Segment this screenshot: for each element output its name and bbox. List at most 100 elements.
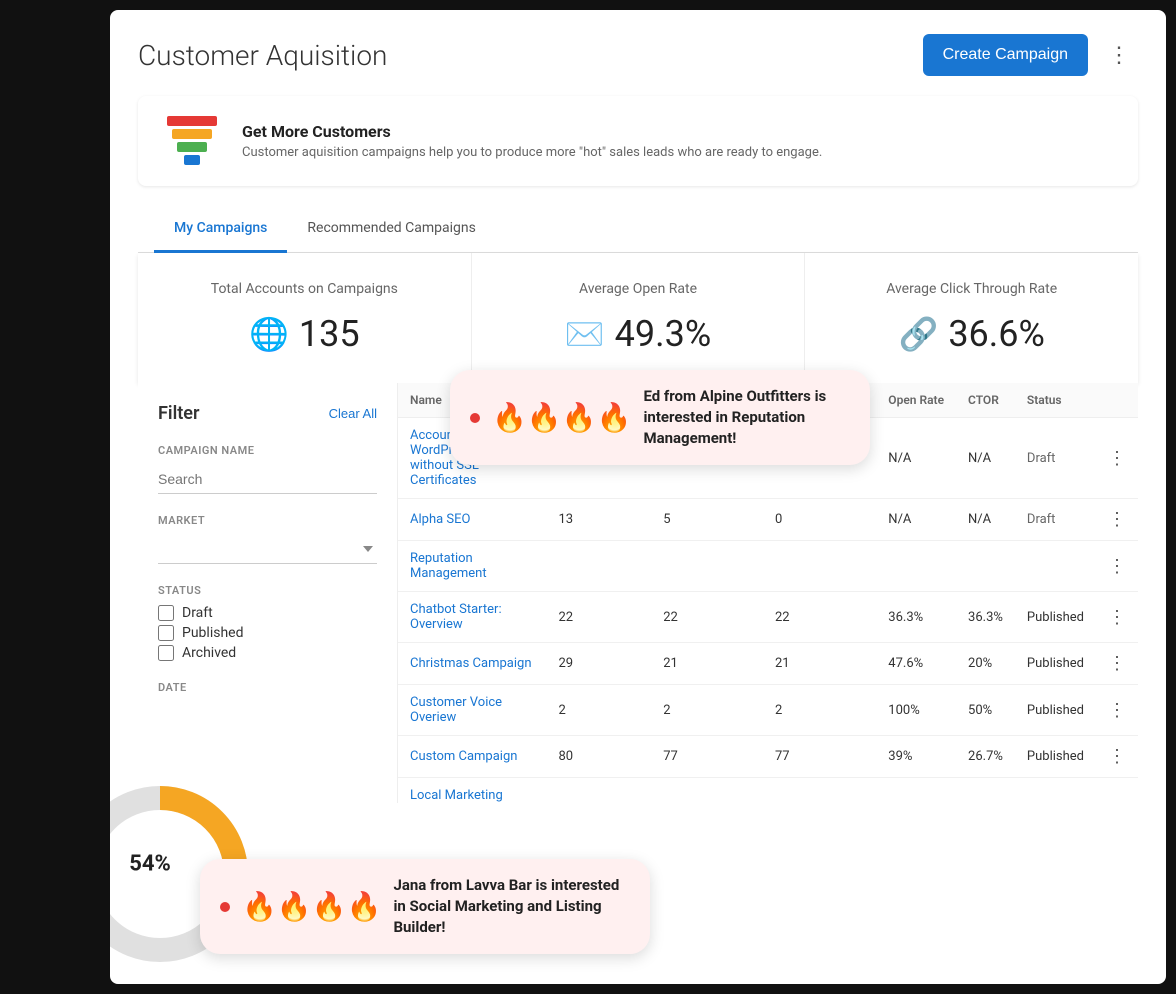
fire-icon-2: 🔥🔥🔥🔥 [242, 890, 381, 923]
cell-name: Christmas Campaign [398, 643, 546, 685]
notification-lavva: 🔥🔥🔥🔥 Jana from Lavva Bar is interested i… [200, 859, 650, 954]
table-row: Customer Voice Overiew 2 2 2 100% 50% Pu… [398, 685, 1138, 736]
status-checkbox-draft[interactable] [158, 605, 174, 621]
cell-status: Published [1015, 736, 1096, 778]
cell-total: 29 [546, 643, 651, 685]
cell-open-rate: 47.6% [876, 643, 956, 685]
info-banner: Get More Customers Customer aquisition c… [138, 96, 1138, 186]
cell-row-actions[interactable]: ⋮ [1096, 592, 1138, 643]
table-row: Chatbot Starter: Overview 22 22 22 36.3%… [398, 592, 1138, 643]
cell-total: 13 [546, 499, 651, 541]
cell-name: Reputation Management [398, 541, 546, 592]
status-option-draft[interactable]: Draft [158, 605, 377, 621]
cell-delivered [763, 541, 876, 592]
cell-active: 21 [651, 643, 763, 685]
cell-delivered: 21 [763, 643, 876, 685]
notification-1-text: Ed from Alpine Outfitters is interested … [643, 386, 850, 449]
cell-status: Draft [1015, 499, 1096, 541]
cell-row-actions[interactable]: ⋮ [1096, 499, 1138, 541]
page-title: Customer Aquisition [138, 39, 387, 72]
cell-active [651, 541, 763, 592]
date-filter: DATE [158, 681, 377, 694]
campaign-link[interactable]: Local Marketing Snapshot w/ Listing Dist… [410, 788, 525, 803]
campaign-link[interactable]: Christmas Campaign [410, 656, 532, 671]
cell-ctor: 20% [956, 643, 1015, 685]
more-options-button[interactable]: ⋮ [1100, 38, 1138, 72]
stats-row: Total Accounts on Campaigns 🌐 135 Averag… [138, 253, 1138, 383]
cell-status [1015, 541, 1096, 592]
donut-percentage: 54% [129, 852, 171, 877]
header-actions: Create Campaign ⋮ [923, 34, 1138, 76]
campaign-link[interactable]: Reputation Management [410, 551, 487, 581]
create-campaign-button[interactable]: Create Campaign [923, 34, 1088, 76]
filter-title: Filter [158, 403, 199, 424]
stat-value-click: 🔗 36.6% [829, 313, 1114, 355]
campaign-name-label: CAMPAIGN NAME [158, 444, 377, 457]
fire-icon-1: 🔥🔥🔥🔥 [492, 401, 631, 434]
status-option-archived[interactable]: Archived [158, 645, 377, 661]
cell-total: 22 [546, 592, 651, 643]
cell-status: Published [1015, 643, 1096, 685]
table-row: Alpha SEO 13 5 0 N/A N/A Draft ⋮ [398, 499, 1138, 541]
market-filter: MARKET [158, 514, 377, 564]
cell-total: 80 [546, 736, 651, 778]
campaign-link[interactable]: Chatbot Starter: Overview [410, 602, 502, 632]
clear-all-button[interactable]: Clear All [329, 406, 377, 421]
email-icon: ✉️ [565, 315, 605, 353]
table-row: Custom Campaign 80 77 77 39% 26.7% Publi… [398, 736, 1138, 778]
cell-row-actions[interactable]: ⋮ [1096, 685, 1138, 736]
market-label: MARKET [158, 514, 377, 527]
cell-open-rate: 100% [876, 685, 956, 736]
cell-ctor: 26.7% [956, 736, 1015, 778]
cell-open-rate: N/A [876, 499, 956, 541]
cell-total [546, 541, 651, 592]
cell-row-actions[interactable]: ⋮ [1096, 541, 1138, 592]
notif-dot-1 [470, 413, 480, 423]
col-ctor: CTOR [956, 383, 1015, 418]
stat-total-accounts: Total Accounts on Campaigns 🌐 135 [138, 253, 472, 383]
tabs-row: My Campaigns Recommended Campaigns [138, 206, 1138, 253]
tab-recommended-campaigns[interactable]: Recommended Campaigns [287, 206, 495, 253]
funnel-icon [162, 116, 222, 166]
cell-row-actions[interactable]: ⋮ [1096, 778, 1138, 804]
cell-row-actions[interactable]: ⋮ [1096, 643, 1138, 685]
campaign-name-input[interactable] [158, 465, 377, 494]
cell-name: Local Marketing Snapshot w/ Listing Dist… [398, 778, 546, 804]
cell-delivered: 0 [763, 499, 876, 541]
stat-label-accounts: Total Accounts on Campaigns [162, 281, 447, 297]
table-row: Christmas Campaign 29 21 21 47.6% 20% Pu… [398, 643, 1138, 685]
open-rate-number: 49.3% [615, 313, 712, 355]
cell-total: 266 [546, 778, 651, 804]
status-option-published[interactable]: Published [158, 625, 377, 641]
stat-value-open: ✉️ 49.3% [496, 313, 781, 355]
notification-2-text: Jana from Lavva Bar is interested in Soc… [393, 875, 630, 938]
cell-delivered: 22 [763, 592, 876, 643]
cell-ctor [956, 541, 1015, 592]
filter-header: Filter Clear All [158, 403, 377, 424]
campaign-link[interactable]: Alpha SEO [410, 512, 470, 527]
cell-active: 22 [651, 592, 763, 643]
stat-label-click: Average Click Through Rate [829, 281, 1114, 297]
table-row: Reputation Management ⋮ [398, 541, 1138, 592]
cell-active: 77 [651, 736, 763, 778]
accounts-number: 135 [299, 313, 360, 355]
tab-my-campaigns[interactable]: My Campaigns [154, 206, 287, 253]
campaign-link[interactable]: Custom Campaign [410, 749, 517, 764]
status-checkbox-archived[interactable] [158, 645, 174, 661]
cell-delivered: 210 [763, 778, 876, 804]
status-filter: STATUS Draft Published Archived [158, 584, 377, 661]
date-label: DATE [158, 681, 377, 694]
market-select[interactable] [158, 535, 377, 564]
cell-row-actions[interactable]: ⋮ [1096, 418, 1138, 499]
cell-ctor: 36.3% [956, 592, 1015, 643]
campaign-link[interactable]: Customer Voice Overiew [410, 695, 502, 725]
status-options: Draft Published Archived [158, 605, 377, 661]
header: Customer Aquisition Create Campaign ⋮ [138, 34, 1138, 76]
cell-delivered: 2 [763, 685, 876, 736]
cell-status: Published [1015, 778, 1096, 804]
campaign-name-filter: CAMPAIGN NAME [158, 444, 377, 494]
cell-row-actions[interactable]: ⋮ [1096, 736, 1138, 778]
status-checkbox-published[interactable] [158, 625, 174, 641]
banner-text: Get More Customers Customer aquisition c… [242, 122, 822, 160]
cell-status: Draft [1015, 418, 1096, 499]
